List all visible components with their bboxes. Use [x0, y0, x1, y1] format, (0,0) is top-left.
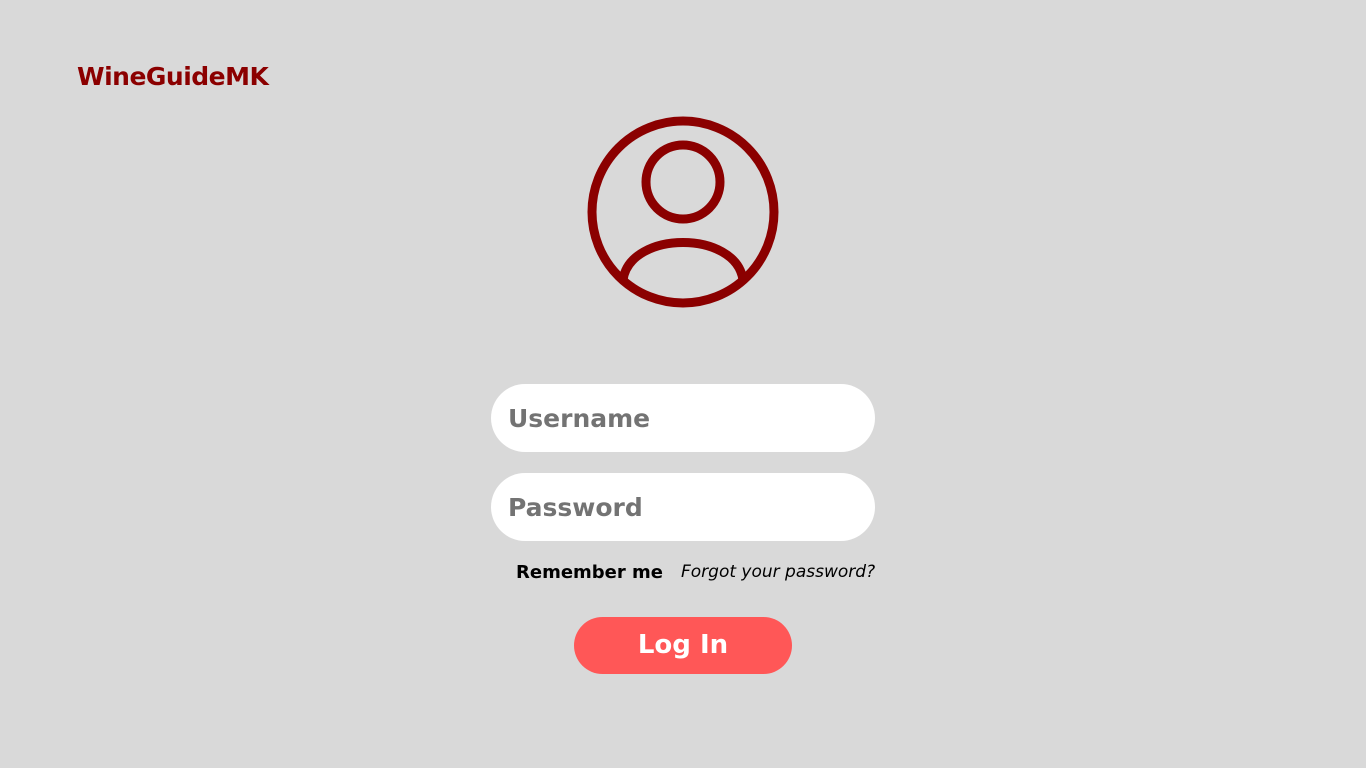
login-button[interactable]: Log In — [574, 617, 792, 674]
user-circle-icon — [587, 116, 779, 308]
username-input[interactable] — [491, 384, 875, 452]
username-field — [491, 384, 875, 452]
password-input[interactable] — [491, 473, 875, 541]
forgot-password-link[interactable]: Forgot your password? — [681, 560, 875, 584]
remember-me-toggle[interactable]: Remember me — [516, 561, 663, 585]
password-field — [491, 473, 875, 541]
brand-logo[interactable]: WineGuideMK — [77, 60, 269, 94]
login-page: WineGuideMK Remember me Forgot your pass… — [0, 0, 1366, 768]
